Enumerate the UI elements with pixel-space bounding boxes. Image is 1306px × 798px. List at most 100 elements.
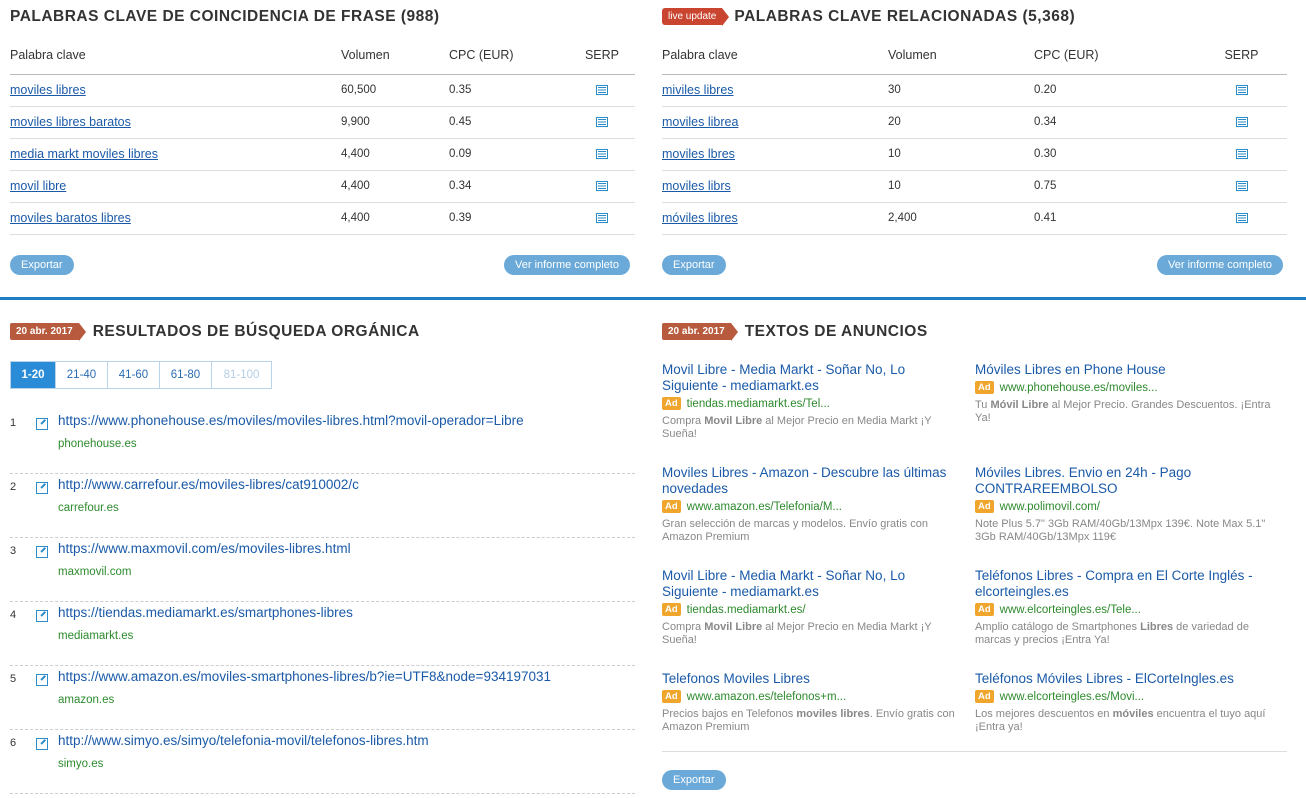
export-button[interactable]: Exportar (10, 255, 74, 275)
column-header-serp: SERP (569, 36, 635, 75)
ad-description: Amplio catálogo de Smartphones Libres de… (975, 621, 1249, 646)
volume-value: 2,400 (888, 202, 1034, 235)
external-link-icon[interactable] (36, 418, 48, 430)
cpc-value: 0.45 (449, 106, 569, 139)
cpc-value: 0.09 (449, 138, 569, 171)
ad-url: www.elcorteingles.es/Movi... (999, 691, 1145, 703)
result-position: 5 (10, 673, 17, 685)
full-report-button[interactable]: Ver informe completo (1157, 255, 1283, 275)
ad-tag: Ad (975, 500, 994, 513)
external-link-icon[interactable] (36, 546, 48, 558)
external-link-icon[interactable] (36, 674, 48, 686)
ad-title[interactable]: Moviles Libres - Amazon - Descubre las ú… (662, 465, 962, 497)
ad-url: www.amazon.es/Telefonia/M... (686, 501, 842, 513)
table-row: moviles libres baratos 9,900 0.45 (10, 106, 635, 139)
cpc-value: 0.30 (1034, 138, 1196, 171)
serp-icon[interactable] (1235, 84, 1248, 95)
keyword-link[interactable]: moviles librea (662, 115, 738, 129)
keyword-link[interactable]: moviles baratos libres (10, 211, 131, 225)
ad-description: Gran selección de marcas y modelos. Enví… (662, 518, 928, 543)
full-report-button[interactable]: Ver informe completo (504, 255, 630, 275)
volume-value: 10 (888, 170, 1034, 203)
serp-icon[interactable] (596, 148, 608, 159)
export-button[interactable]: Exportar (662, 770, 726, 790)
export-button[interactable]: Exportar (662, 255, 726, 275)
result-url[interactable]: http://www.carrefour.es/moviles-libres/c… (58, 477, 359, 492)
serp-icon[interactable] (596, 116, 608, 127)
keyword-link[interactable]: media markt moviles libres (10, 147, 158, 161)
result-domain: carrefour.es (58, 502, 119, 514)
keyword-link[interactable]: moviles lbres (662, 147, 735, 161)
page-tab-1-20[interactable]: 1-20 (11, 362, 56, 388)
result-url[interactable]: https://www.maxmovil.com/es/moviles-libr… (58, 541, 351, 556)
ad-description: Precios bajos en Telefonos moviles libre… (662, 708, 955, 733)
keyword-link[interactable]: moviles librs (662, 179, 731, 193)
ad-url: www.amazon.es/telefonos+m... (686, 691, 847, 703)
result-url[interactable]: https://www.phonehouse.es/moviles/movile… (58, 413, 524, 428)
column-header-cpc[interactable]: CPC (EUR) (1034, 36, 1196, 75)
external-link-icon[interactable] (36, 482, 48, 494)
result-position: 6 (10, 737, 17, 749)
volume-value: 4,400 (341, 170, 449, 203)
ad-tag: Ad (975, 381, 994, 394)
keyword-link[interactable]: miviles libres (662, 83, 734, 97)
ad-description: Tu Móvil Libre al Mejor Precio. Grandes … (975, 399, 1271, 424)
ad-title[interactable]: Móviles Libres en Phone House (975, 362, 1285, 378)
cpc-value: 0.75 (1034, 170, 1196, 203)
keyword-link[interactable]: moviles libres baratos (10, 115, 131, 129)
external-link-icon[interactable] (36, 610, 48, 622)
column-header-keyword[interactable]: Palabra clave (10, 36, 341, 75)
volume-value: 30 (888, 74, 1034, 107)
related-title-block: live update PALABRAS CLAVE RELACIONADAS (… (662, 8, 1075, 26)
column-header-volume[interactable]: Volumen (341, 36, 449, 75)
page-tab-61-80[interactable]: 61-80 (160, 362, 212, 388)
result-url[interactable]: http://www.simyo.es/simyo/telefonia-movi… (58, 733, 429, 748)
result-position: 4 (10, 609, 17, 621)
ad-item: Teléfonos Libres - Compra en El Corte In… (975, 568, 1285, 647)
serp-icon[interactable] (596, 84, 608, 95)
ad-title[interactable]: Telefonos Moviles Libres (662, 671, 962, 687)
ad-url: www.polimovil.com/ (999, 501, 1100, 513)
column-header-keyword[interactable]: Palabra clave (662, 36, 888, 75)
ad-title[interactable]: Movil Libre - Media Markt - Soñar No, Lo… (662, 362, 952, 394)
phrase-match-title: PALABRAS CLAVE DE COINCIDENCIA DE FRASE … (10, 8, 440, 25)
ad-title[interactable]: Teléfonos Libres - Compra en El Corte In… (975, 568, 1285, 600)
ad-title[interactable]: Teléfonos Móviles Libres - ElCorteIngles… (975, 671, 1275, 687)
column-header-volume[interactable]: Volumen (888, 36, 1034, 75)
live-update-badge: live update (662, 8, 730, 26)
ad-url: tiendas.mediamarkt.es/ (686, 604, 806, 616)
ads-divider (662, 751, 1287, 752)
serp-icon[interactable] (1235, 116, 1248, 127)
serp-icon[interactable] (596, 212, 608, 223)
volume-value: 10 (888, 138, 1034, 171)
serp-icon[interactable] (596, 180, 608, 191)
page-tab-21-40[interactable]: 21-40 (56, 362, 108, 388)
result-domain: maxmovil.com (58, 566, 132, 578)
list-item: 2 http://www.carrefour.es/moviles-libres… (10, 474, 635, 538)
ad-description: Compra Movil Libre al Mejor Precio en Me… (662, 621, 932, 646)
ad-title[interactable]: Movil Libre - Media Markt - Soñar No, Lo… (662, 568, 952, 600)
ad-description: Note Plus 5.7" 3Gb RAM/40Gb/13Mpx 139€. … (975, 518, 1266, 543)
list-item: 1 https://www.phonehouse.es/moviles/movi… (10, 410, 635, 474)
column-header-cpc[interactable]: CPC (EUR) (449, 36, 569, 75)
serp-icon[interactable] (1235, 212, 1248, 223)
serp-icon[interactable] (1235, 180, 1248, 191)
list-item: 6 http://www.simyo.es/simyo/telefonia-mo… (10, 730, 635, 794)
page-tab-41-60[interactable]: 41-60 (108, 362, 160, 388)
list-item: 5 https://www.amazon.es/moviles-smartpho… (10, 666, 635, 730)
result-url[interactable]: https://www.amazon.es/moviles-smartphone… (58, 669, 551, 684)
ad-tag: Ad (662, 500, 681, 513)
ad-title[interactable]: Móviles Libres. Envio en 24h - Pago CONT… (975, 465, 1275, 497)
result-url[interactable]: https://tiendas.mediamarkt.es/smartphone… (58, 605, 353, 620)
keyword-link[interactable]: móviles libres (662, 211, 738, 225)
keyword-link[interactable]: moviles libres (10, 83, 86, 97)
keyword-link[interactable]: movil libre (10, 179, 66, 193)
table-row: moviles libres 60,500 0.35 (10, 74, 635, 107)
result-domain: mediamarkt.es (58, 630, 134, 642)
volume-value: 4,400 (341, 202, 449, 235)
external-link-icon[interactable] (36, 738, 48, 750)
pagination: 1-20 21-40 41-60 61-80 81-100 (10, 361, 272, 389)
cpc-value: 0.20 (1034, 74, 1196, 107)
phrase-match-table: Palabra clave Volumen CPC (EUR) SERP mov… (10, 36, 635, 235)
serp-icon[interactable] (1235, 148, 1248, 159)
